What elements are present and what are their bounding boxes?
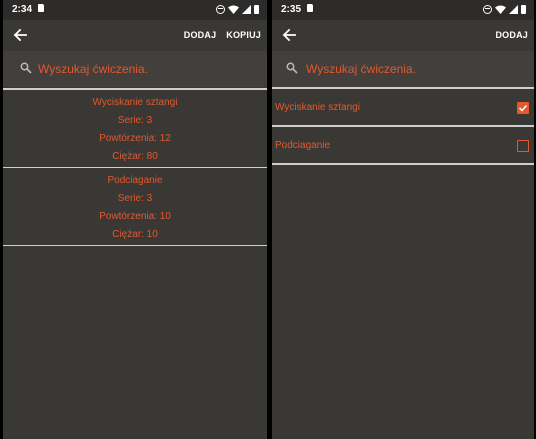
status-time: 2:35 [281,4,302,15]
copy-button[interactable]: KOPIUJ [226,30,261,40]
search-input[interactable]: Wyszukaj ćwiczenia. [306,62,416,76]
wifi-icon [228,5,239,14]
battery-icon [254,4,259,14]
status-time: 2:34 [12,4,33,15]
search-bar[interactable]: Wyszukaj ćwiczenia. [3,51,267,87]
status-bar: 2:35 [272,0,534,20]
exercise-item[interactable]: Podciaganie Serie: 3 Powtórzenia: 10 Cię… [3,168,267,244]
exercise-select-screen: 2:35 DODAJ Wyszukaj ćwiczenia. Wyciskani… [272,0,534,439]
dnd-icon [216,4,225,14]
back-arrow-icon[interactable] [12,27,28,43]
search-bar[interactable]: Wyszukaj ćwiczenia. [272,51,534,87]
add-button[interactable]: DODAJ [495,30,528,40]
toolbar: DODAJ [272,20,534,51]
search-icon [20,62,32,74]
toolbar-actions: DODAJ KOPIUJ [184,30,261,40]
toolbar-actions: DODAJ [495,30,528,40]
exercise-weight: Ciężar: 80 [112,151,158,162]
status-bar: 2:34 [3,0,267,20]
back-arrow-icon[interactable] [281,27,297,43]
signal-icon [242,4,251,14]
exercise-list-screen: 2:34 DODAJ KOPIUJ Wyszukaj ćwiczenia. Wy… [3,0,267,439]
signal-icon [509,4,518,14]
sd-card-icon [307,4,313,12]
exercise-reps: Powtórzenia: 10 [99,211,171,222]
exercise-sets: Serie: 3 [117,193,153,204]
toolbar: DODAJ KOPIUJ [3,20,267,51]
exercise-name: Wyciskanie sztangi [92,97,178,108]
add-button[interactable]: DODAJ [184,30,217,40]
wifi-icon [495,5,506,14]
search-input[interactable]: Wyszukaj ćwiczenia. [38,62,148,76]
status-icons [483,3,526,15]
exercise-label: Podciaganie [275,140,331,151]
status-icons [216,3,259,15]
exercise-item[interactable]: Wyciskanie sztangi Serie: 3 Powtórzenia:… [3,90,267,166]
exercise-name: Podciaganie [107,175,163,186]
checkbox-unchecked-icon[interactable] [517,140,529,152]
checkbox-checked-icon[interactable] [517,102,529,114]
dnd-icon [483,4,492,14]
sd-card-icon [38,4,44,12]
search-icon [286,62,298,74]
divider [3,245,267,246]
exercise-sets: Serie: 3 [117,115,153,126]
exercise-weight: Ciężar: 10 [112,229,158,240]
battery-icon [521,4,526,14]
exercise-checkbox-row[interactable]: Wyciskanie sztangi [272,89,534,127]
exercise-reps: Powtórzenia: 12 [99,133,171,144]
exercise-label: Wyciskanie sztangi [275,102,360,113]
exercise-checkbox-row[interactable]: Podciaganie [272,127,534,165]
